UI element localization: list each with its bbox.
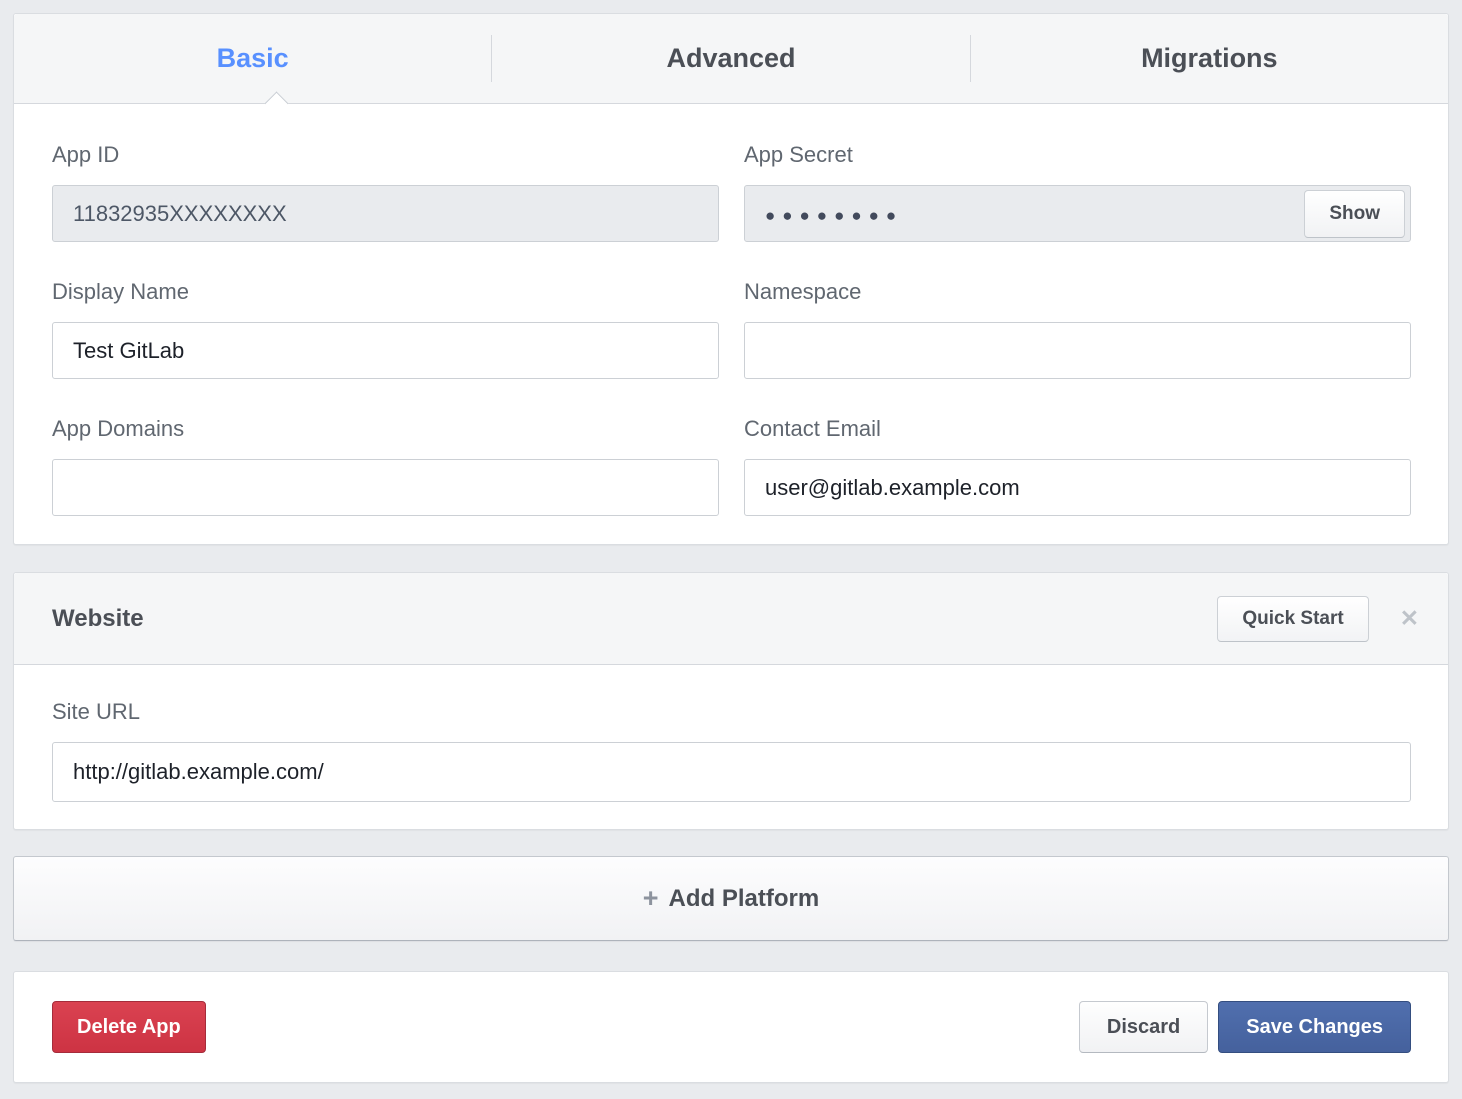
app-secret-label: App Secret: [744, 142, 1411, 168]
site-url-field-group: Site URL: [52, 699, 1411, 802]
app-id-field-group: App ID: [52, 142, 719, 242]
contact-email-input[interactable]: [744, 459, 1411, 516]
basic-settings-form: App ID App Secret ●●●●●●●● Show Display …: [14, 104, 1448, 544]
display-name-field-group: Display Name: [52, 279, 719, 379]
app-secret-field-group: App Secret ●●●●●●●● Show: [744, 142, 1411, 242]
site-url-label: Site URL: [52, 699, 1411, 725]
app-id-label: App ID: [52, 142, 719, 168]
namespace-input[interactable]: [744, 322, 1411, 379]
app-id-input: [52, 185, 719, 242]
close-icon[interactable]: ✕: [1400, 607, 1419, 630]
website-section-body: Site URL: [14, 665, 1448, 829]
namespace-label: Namespace: [744, 279, 1411, 305]
tab-advanced[interactable]: Advanced: [492, 14, 969, 103]
basic-settings-card: Basic Advanced Migrations App ID App Sec…: [13, 13, 1449, 545]
settings-tabbar: Basic Advanced Migrations: [14, 14, 1448, 104]
delete-app-button[interactable]: Delete App: [52, 1001, 206, 1053]
site-url-input[interactable]: [52, 742, 1411, 802]
contact-email-field-group: Contact Email: [744, 416, 1411, 516]
namespace-field-group: Namespace: [744, 279, 1411, 379]
display-name-label: Display Name: [52, 279, 719, 305]
discard-button[interactable]: Discard: [1079, 1001, 1208, 1053]
app-secret-masked-box: ●●●●●●●● Show: [744, 185, 1411, 242]
app-settings-page: Basic Advanced Migrations App ID App Sec…: [0, 0, 1462, 1099]
contact-email-label: Contact Email: [744, 416, 1411, 442]
website-section-title: Website: [52, 605, 1217, 633]
footer-actions-card: Delete App Discard Save Changes: [13, 971, 1449, 1083]
quick-start-button[interactable]: Quick Start: [1217, 596, 1368, 642]
app-domains-field-group: App Domains: [52, 416, 719, 516]
display-name-input[interactable]: [52, 322, 719, 379]
plus-icon: +: [643, 883, 659, 914]
add-platform-button[interactable]: + Add Platform: [13, 856, 1449, 941]
show-secret-button[interactable]: Show: [1304, 190, 1405, 238]
app-secret-masked-value: ●●●●●●●●: [765, 204, 903, 224]
add-platform-label: Add Platform: [669, 885, 820, 913]
tab-basic[interactable]: Basic: [14, 14, 491, 103]
app-domains-input[interactable]: [52, 459, 719, 516]
tab-migrations[interactable]: Migrations: [971, 14, 1448, 103]
app-domains-label: App Domains: [52, 416, 719, 442]
website-platform-card: Website Quick Start ✕ Site URL: [13, 572, 1449, 830]
save-changes-button[interactable]: Save Changes: [1218, 1001, 1411, 1053]
website-section-header: Website Quick Start ✕: [14, 573, 1448, 665]
